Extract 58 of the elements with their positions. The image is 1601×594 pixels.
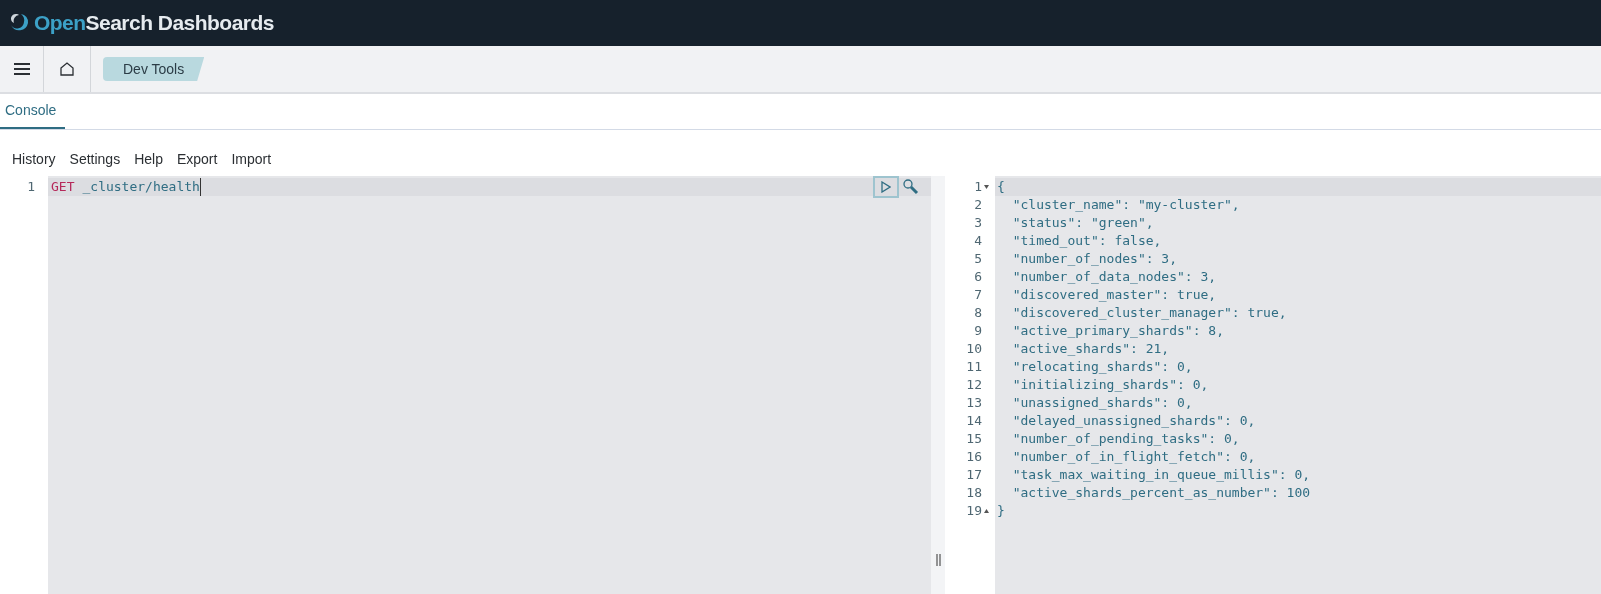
line-number: 12 (966, 376, 982, 394)
fold-icon[interactable] (984, 509, 989, 513)
line-number: 18 (966, 484, 982, 502)
console-tab[interactable]: Console (0, 94, 65, 129)
menu-link[interactable]: Help (134, 152, 163, 166)
line-number: 16 (966, 448, 982, 466)
line-number: 7 (974, 286, 982, 304)
line-number: 17 (966, 466, 982, 484)
line-number: 14 (966, 412, 982, 430)
line-number: 1 (974, 178, 982, 196)
line-number: 3 (974, 214, 982, 232)
request-method: GET (51, 178, 75, 196)
code-line: "number_of_nodes": 3, (1011, 250, 1177, 268)
line-number: 8 (974, 304, 982, 322)
request-editor[interactable]: 1 GET _cluster/health (6, 176, 931, 594)
code-line: "active_shards": 21, (1011, 340, 1170, 358)
menu-link[interactable]: Settings (69, 152, 121, 166)
request-path: _cluster/health (82, 178, 201, 196)
breadcrumb[interactable]: Dev Tools (103, 57, 205, 81)
code-line: { (997, 178, 1005, 196)
menu-link[interactable]: Export (176, 152, 218, 166)
run-button[interactable] (873, 176, 899, 198)
line-number: 4 (974, 232, 982, 250)
code-line: "discovered_cluster_manager": true, (1011, 304, 1287, 322)
line-number: 9 (974, 322, 982, 340)
code-line: "task_max_waiting_in_queue_millis": 0, (1011, 466, 1311, 484)
code-line: "unassigned_shards": 0, (1011, 394, 1193, 412)
line-number: 5 (974, 250, 982, 268)
line-number: 13 (966, 394, 982, 412)
menu-link[interactable]: History (12, 152, 56, 166)
play-icon (881, 181, 891, 193)
handle-icon (935, 554, 941, 566)
code-line: "delayed_unassigned_shards": 0, (1011, 412, 1256, 430)
menu-icon (12, 62, 31, 76)
brand-name[interactable]: OpenSearch Dashboards (34, 7, 274, 39)
fold-icon[interactable] (984, 185, 989, 189)
code-line: "cluster_name": "my-cluster", (1011, 196, 1240, 214)
line-number: 11 (966, 358, 982, 376)
line-number: 19 (966, 502, 982, 520)
line-number: 6 (974, 268, 982, 286)
line-number: 10 (966, 340, 982, 358)
line-number: 1 (27, 178, 35, 196)
code-line: "active_primary_shards": 8, (1011, 322, 1224, 340)
line-number: 2 (974, 196, 982, 214)
code-line: "discovered_master": true, (1011, 286, 1217, 304)
code-line: "active_shards_percent_as_number": 100 (1011, 484, 1311, 502)
code-line: "number_of_in_flight_fetch": 0, (1011, 448, 1256, 466)
resize-handle[interactable] (931, 176, 945, 594)
code-line: "relocating_shards": 0, (1011, 358, 1193, 376)
line-number: 15 (966, 430, 982, 448)
code-line: "number_of_pending_tasks": 0, (1011, 430, 1240, 448)
home-icon (59, 61, 75, 77)
menu-link[interactable]: Import (231, 152, 272, 166)
code-line: "number_of_data_nodes": 3, (1011, 268, 1217, 286)
code-line: "initializing_shards": 0, (1011, 376, 1209, 394)
code-line: "timed_out": false, (1011, 232, 1162, 250)
code-line: "status": "green", (1011, 214, 1154, 232)
code-line: } (997, 502, 1005, 520)
